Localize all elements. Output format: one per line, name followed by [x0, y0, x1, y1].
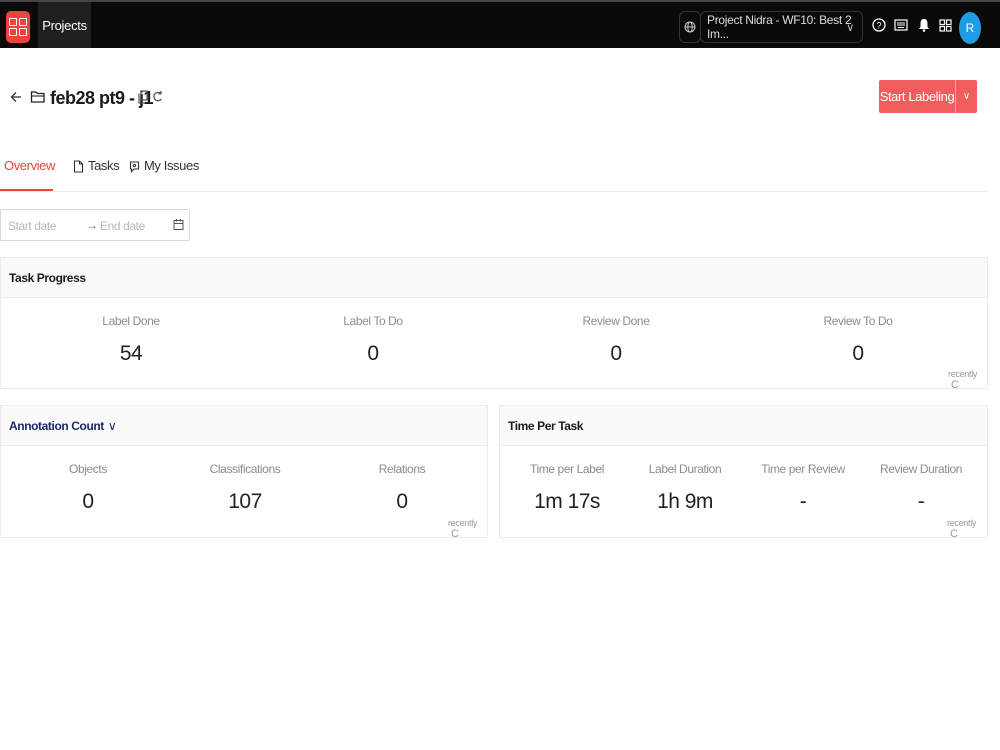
start-labeling-button[interactable]: Start Labeling	[879, 80, 955, 113]
project-selector-label: Project Nidra - WF10: Best 2 Im...	[707, 13, 852, 41]
task-progress-panel: Task Progress Label Done 54 Label To Do …	[0, 257, 988, 391]
stat-time-per-label: Time per Label 1m 17s	[508, 462, 626, 514]
back-button[interactable]	[9, 88, 23, 106]
last-updated: recently C	[448, 518, 487, 540]
top-navigation-bar: Projects Project Nidra - WF10: Best 2 Im…	[0, 0, 1000, 48]
stat-classifications: Classifications 107	[175, 462, 315, 514]
date-range-picker[interactable]: Start date → End date	[0, 209, 190, 241]
annotation-count-header[interactable]: Annotation Count ∨	[1, 406, 487, 446]
annotation-count-panel: Annotation Count ∨ Objects 0 Classificat…	[0, 405, 488, 540]
copy-icon	[138, 90, 148, 104]
last-updated-text: recently	[448, 518, 478, 528]
chevron-down-icon: ∨	[107, 418, 117, 433]
stat-value: 1m 17s	[534, 490, 600, 513]
stat-label: Time per Label	[530, 462, 604, 476]
stat-value: -	[799, 490, 807, 513]
help-button[interactable]: ?	[871, 17, 887, 33]
globe-icon	[684, 21, 696, 33]
stat-label: Label To Do	[343, 314, 403, 328]
time-per-task-title: Time Per Task	[500, 406, 987, 446]
stat-label-duration: Label Duration 1h 9m	[626, 462, 744, 514]
time-per-task-panel: Time Per Task Time per Label 1m 17s Labe…	[499, 405, 988, 540]
stat-label: Time per Review	[761, 462, 845, 476]
stat-value: 107	[228, 490, 262, 513]
arrow-left-icon	[10, 92, 21, 102]
stat-value: 0	[367, 342, 379, 365]
stat-time-per-review: Time per Review -	[744, 462, 862, 514]
keyboard-button[interactable]	[893, 17, 909, 33]
app-logo[interactable]	[6, 11, 30, 43]
refresh-icon[interactable]: C	[950, 528, 958, 540]
stat-label-done: Label Done 54	[31, 314, 231, 366]
annotation-count-title: Annotation Count	[9, 418, 104, 433]
chevron-down-icon: ∨	[962, 91, 971, 102]
last-updated: recently C	[947, 518, 987, 540]
folder-icon	[30, 88, 46, 106]
file-icon	[73, 160, 84, 173]
user-avatar[interactable]: R	[959, 12, 981, 44]
keyboard-icon	[894, 19, 908, 31]
stat-label: Label Done	[102, 314, 160, 328]
copy-button[interactable]	[138, 90, 148, 104]
stat-objects: Objects 0	[18, 462, 158, 514]
issue-icon	[129, 161, 140, 173]
stat-label: Review Done	[582, 314, 650, 328]
stat-label: Review To Do	[823, 314, 893, 328]
refresh-icon[interactable]: C	[951, 379, 959, 391]
stat-value: 0	[852, 342, 864, 365]
chevron-down-icon: ∨	[846, 22, 854, 34]
project-tabs: Overview Tasks My Issues	[0, 150, 988, 192]
last-updated: recently C	[948, 369, 987, 391]
nav-projects[interactable]: Projects	[38, 2, 91, 48]
tab-tasks-label: Tasks	[88, 158, 120, 173]
stat-value: 0	[396, 490, 408, 513]
tab-overview-label: Overview	[4, 158, 55, 173]
end-date-input[interactable]: End date	[100, 219, 145, 233]
stat-label-to-do: Label To Do 0	[273, 314, 473, 366]
stat-value: -	[917, 490, 925, 513]
stat-review-duration: Review Duration -	[862, 462, 980, 514]
language-button[interactable]	[679, 11, 701, 43]
stat-value: 54	[119, 342, 143, 365]
arrow-right-icon: →	[86, 218, 98, 232]
stat-label: Relations	[378, 462, 426, 476]
start-labeling-dropdown[interactable]: ∨	[955, 80, 977, 113]
last-updated-text: recently	[947, 518, 977, 528]
refresh-button[interactable]	[152, 90, 163, 103]
svg-text:?: ?	[876, 21, 881, 31]
stat-label: Objects	[69, 462, 107, 476]
refresh-icon[interactable]: C	[451, 528, 459, 540]
help-icon: ?	[872, 18, 886, 32]
apps-button[interactable]	[937, 17, 953, 33]
logo-grid-icon	[9, 18, 27, 36]
apps-grid-icon	[938, 18, 952, 32]
project-selector[interactable]: Project Nidra - WF10: Best 2 Im... ∨	[700, 11, 863, 43]
stat-label: Review Duration	[879, 462, 963, 476]
tab-tasks[interactable]: Tasks	[73, 158, 120, 191]
task-progress-title: Task Progress	[1, 258, 987, 298]
refresh-icon	[153, 91, 162, 102]
stat-label: Label Duration	[648, 462, 722, 476]
calendar-icon	[173, 219, 184, 230]
stat-value: 0	[82, 490, 94, 513]
stat-value: 0	[610, 342, 622, 365]
notifications-button[interactable]	[916, 17, 932, 33]
tab-overview[interactable]: Overview	[0, 158, 55, 191]
tab-my-issues[interactable]: My Issues	[129, 158, 199, 191]
stat-relations: Relations 0	[332, 462, 472, 514]
last-updated-text: recently	[948, 369, 978, 379]
stat-review-done: Review Done 0	[516, 314, 716, 366]
stat-review-to-do: Review To Do 0	[758, 314, 958, 366]
stat-label: Classifications	[209, 462, 281, 476]
stat-value: 1h 9m	[657, 490, 713, 513]
tab-my-issues-label: My Issues	[144, 158, 199, 173]
start-date-input[interactable]: Start date	[8, 219, 56, 233]
bell-icon	[919, 19, 929, 32]
